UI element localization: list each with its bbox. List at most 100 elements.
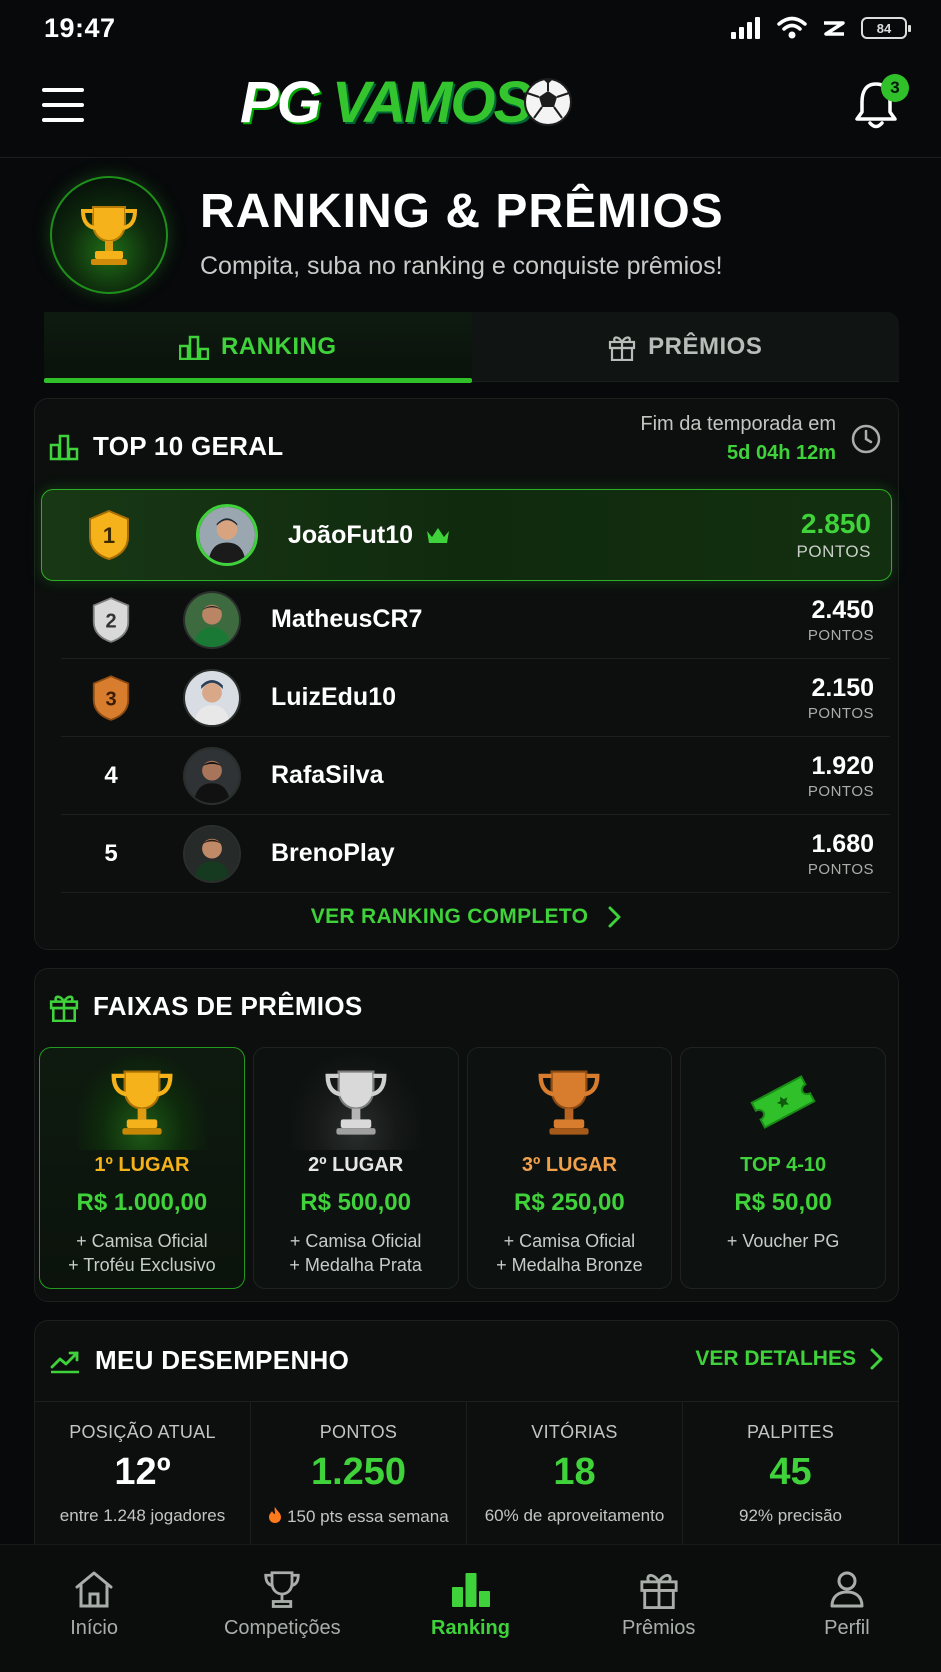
trend-up-icon (50, 1351, 79, 1373)
stat-label: POSIÇÃO ATUAL (69, 1422, 216, 1442)
ranking-row[interactable]: 5 BrenoPlay 1.680 PONTOS (61, 815, 890, 893)
tab-premios[interactable]: PRÊMIOS (472, 312, 900, 381)
logo-vamos: VAMOS (331, 69, 532, 135)
player-name: LuizEdu10 (271, 683, 397, 711)
trophy-badge (50, 176, 168, 294)
trophy-icon (80, 206, 138, 265)
tab-ranking[interactable]: RANKING (44, 312, 472, 383)
stat-wins: VITÓRIAS 18 60% de aproveitamento (467, 1402, 683, 1545)
season-countdown: Fim da temporada em 5d 04h 12m (640, 413, 882, 465)
points-label: PONTOS (796, 542, 871, 561)
prize-place: 1º LUGAR (94, 1154, 190, 1176)
svg-text:2: 2 (105, 610, 116, 632)
player-name: RafaSilva (271, 761, 384, 789)
ranking-row[interactable]: 3 LuizEdu10 2.150 PONTOS (61, 659, 890, 737)
prize-extras: + Camisa Oficial + Medalha Prata (289, 1229, 422, 1277)
ticket-icon (750, 1075, 816, 1129)
nav-item-inicio[interactable]: Início (0, 1545, 188, 1672)
see-details-label: VER DETALHES (695, 1347, 856, 1370)
user-icon (830, 1571, 864, 1608)
stat-value: 45 (769, 1451, 812, 1493)
points-value: 2.450 (811, 595, 874, 624)
prize-amount: R$ 500,00 (300, 1189, 411, 1216)
points-label: PONTOS (807, 860, 874, 878)
prize-extra-line: + Camisa Oficial (503, 1231, 636, 1251)
ranking-row[interactable]: 4 RafaSilva 1.920 PONTOS (61, 737, 890, 815)
prize-extra-line: + Medalha Prata (289, 1255, 422, 1275)
podium-icon (451, 1573, 490, 1607)
home-icon (75, 1571, 113, 1608)
see-full-ranking-link[interactable]: VER RANKING COMPLETO (35, 897, 898, 937)
prize-extra-line: + Voucher PG (726, 1231, 840, 1251)
prize-amount: R$ 250,00 (513, 1189, 625, 1216)
tab-bar: RANKING PRÊMIOS (44, 312, 900, 383)
tab-premios-label: PRÊMIOS (648, 332, 763, 360)
points-label: PONTOS (807, 704, 874, 722)
rank-position: 3 (61, 674, 161, 722)
stat-guesses: PALPITES 45 92% precisão (683, 1402, 898, 1545)
points-value: 2.150 (811, 673, 874, 702)
prizes-header: FAIXAS DE PRÊMIOS (49, 991, 362, 1022)
ranking-row[interactable]: 2 MatheusCR7 2.450 PONTOS (61, 581, 890, 659)
prize-extra-line: + Camisa Oficial (76, 1231, 208, 1251)
gift-icon (49, 995, 79, 1022)
battery-icon: 84 (861, 17, 911, 39)
menu-button[interactable] (42, 88, 84, 122)
ranking-card: TOP 10 GERAL Fim da temporada em 5d 04h … (34, 398, 899, 950)
nav-item-premios[interactable]: Prêmios (565, 1545, 753, 1672)
player-points: 2.850 PONTOS (797, 508, 891, 562)
season-label: Fim da temporada em (640, 413, 836, 435)
prize-tier-4[interactable]: TOP 4-10 R$ 50,00 + Voucher PG (680, 1047, 886, 1289)
prize-extra-line: + Troféu Exclusivo (68, 1255, 216, 1275)
prize-extras: + Voucher PG (727, 1229, 840, 1253)
svg-text:1: 1 (103, 523, 115, 548)
silver-trophy-icon (325, 1070, 387, 1135)
ranking-row[interactable]: 1 JoãoFut10 2.850 PONTOS (41, 489, 892, 581)
notifications-button[interactable]: 3 (853, 74, 909, 134)
status-icons: 84 (731, 16, 911, 40)
prize-place: TOP 4-10 (740, 1154, 827, 1176)
nav-item-ranking[interactable]: Ranking (376, 1545, 564, 1672)
prizes-card: FAIXAS DE PRÊMIOS 1º LUGAR R$ 1.000,00 +… (34, 968, 899, 1302)
rank-position: 4 (104, 761, 118, 789)
prize-place: 2º LUGAR (308, 1154, 404, 1176)
bottom-nav: Início Competições Ranking Prêmios Perfi… (0, 1544, 941, 1672)
avatar (183, 746, 241, 805)
stat-label: PONTOS (319, 1422, 398, 1442)
prize-tier-2[interactable]: 2º LUGAR R$ 500,00 + Camisa Oficial + Me… (252, 1047, 459, 1289)
avatar (183, 668, 241, 727)
stat-sub: entre 1.248 jogadores (59, 1506, 226, 1525)
points-label: PONTOS (807, 782, 874, 800)
player-points: 1.680 PONTOS (808, 830, 890, 878)
points-value: 2.850 (800, 508, 871, 539)
nav-item-competicoes[interactable]: Competições (188, 1545, 376, 1672)
prize-tier-1[interactable]: 1º LUGAR R$ 1.000,00 + Camisa Oficial + … (39, 1047, 245, 1289)
prize-tier-3[interactable]: 3º LUGAR R$ 250,00 + Camisa Oficial + Me… (466, 1047, 673, 1289)
wifi-icon (777, 16, 807, 39)
nav-label: Competições (223, 1617, 341, 1639)
app-logo[interactable]: PG VAMOS (240, 69, 574, 135)
notification-badge: 3 (881, 74, 909, 102)
ranking-title: TOP 10 GERAL (93, 431, 284, 461)
nav-label: Prêmios (622, 1617, 696, 1639)
silver-medal-icon: 2 (92, 596, 130, 643)
stat-sub: 60% de aproveitamento (484, 1506, 665, 1525)
status-bar: 19:47 84 (0, 0, 941, 56)
prize-place: 3º LUGAR (521, 1154, 617, 1176)
clock-icon (851, 424, 881, 454)
stat-value: 12º (114, 1451, 171, 1493)
nav-label: Início (70, 1617, 118, 1639)
nav-item-perfil[interactable]: Perfil (753, 1545, 941, 1672)
season-value: 5d 04h 12m (727, 442, 836, 464)
rank-position: 1 (42, 509, 176, 561)
stat-sub-text: 150 pts essa semana (287, 1507, 449, 1526)
prize-extra-line: + Medalha Bronze (496, 1255, 643, 1275)
leaderboard-icon (49, 434, 79, 460)
stat-value: 1.250 (310, 1451, 407, 1493)
status-time: 19:47 (44, 12, 116, 43)
avatar (183, 590, 241, 649)
gold-trophy-icon (111, 1070, 173, 1135)
nav-label: Perfil (824, 1617, 870, 1639)
performance-stats: POSIÇÃO ATUAL 12º entre 1.248 jogadores … (35, 1401, 898, 1545)
see-details-link[interactable]: VER DETALHES (695, 1347, 884, 1371)
